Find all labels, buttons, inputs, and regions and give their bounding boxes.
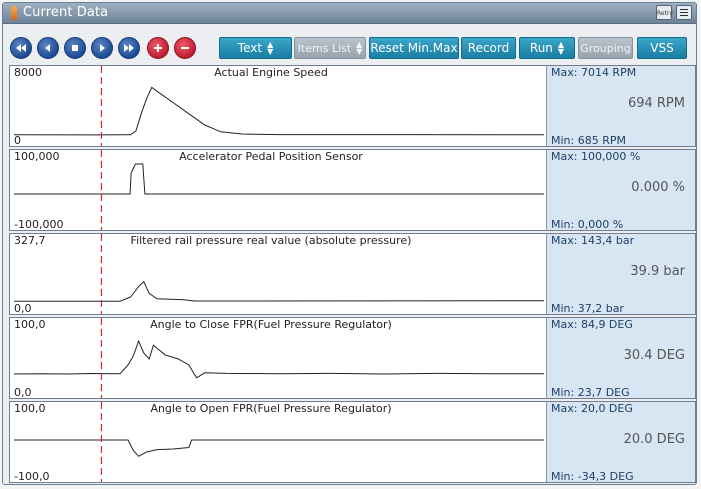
graph-plot-area[interactable]: 327,7 0,0 Filtered rail pressure real va… [10,234,547,315]
graph-plot-area[interactable]: 8000 0 Actual Engine Speed [10,66,547,147]
value-side-panel: Max: 100,000 % 0.000 % Min: 0,000 % [547,150,695,231]
graph-panel[interactable]: 100,000 -100,000 Accelerator Pedal Posit… [9,149,696,231]
stop-button[interactable] [64,37,86,59]
plus-icon [154,44,162,52]
current-data-window: Current Data Retry Text ▲ ▼ Items List ▲… [2,2,697,485]
graph-panel[interactable]: 100,0 0,0 Angle to Close FPR(Fuel Pressu… [9,317,696,399]
max-value: Max: 20,0 DEG [551,402,633,415]
value-side-panel: Max: 7014 RPM 694 RPM Min: 685 RPM [547,66,695,147]
toolbar: Text ▲ ▼ Items List ▲ ▼ Reset Min.Max Reco… [3,25,696,61]
first-record-button[interactable] [10,37,32,59]
current-value: 694 RPM [627,96,685,111]
retry-icon[interactable]: Retry [656,5,673,20]
y-min-label: -100,0 [14,470,50,483]
min-value: Min: 23,7 DEG [551,386,630,399]
run-label: Run [529,41,553,55]
grouping-button[interactable]: Grouping [578,37,633,59]
max-value: Max: 143,4 bar [551,234,635,247]
max-value: Max: 84,9 DEG [551,318,633,331]
reset-min-max-button[interactable]: Reset Min.Max [369,37,459,59]
graph-title: Accelerator Pedal Position Sensor [179,150,363,163]
title-bar: Current Data Retry [3,3,696,24]
min-value: Min: 685 RPM [551,134,626,147]
left-icon [45,44,50,52]
signal-line [14,280,545,302]
graph-plot-area[interactable]: 100,0 -100,0 Angle to Open FPR(Fuel Pres… [10,402,547,483]
updown-icon: ▲ ▼ [356,40,363,56]
vss-button[interactable]: VSS [637,37,687,59]
signal-line [14,439,544,457]
last-record-button[interactable] [118,37,140,59]
signal-line [13,86,545,136]
graph-plot-area[interactable]: 100,0 0,0 Angle to Close FPR(Fuel Pressu… [10,318,547,399]
graph-panel[interactable]: 327,7 0,0 Filtered rail pressure real va… [9,233,696,315]
min-value: Min: 37,2 bar [551,302,624,315]
graph-plot-area[interactable]: 100,000 -100,000 Accelerator Pedal Posit… [10,150,547,231]
max-value: Max: 100,000 % [551,150,641,163]
current-value: 30.4 DEG [623,348,685,363]
current-value: 20.0 DEG [623,432,685,447]
stop-icon [72,45,78,51]
right-icon [100,44,105,52]
updown-icon: ▲ ▼ [557,40,565,56]
double-left-icon [16,44,26,52]
items-list-button[interactable]: Items List ▲ ▼ [294,37,366,59]
signal-line [14,163,544,195]
app-icon [11,6,17,20]
graph-title: Actual Engine Speed [214,66,328,79]
min-value: Min: -34,3 DEG [551,470,634,483]
graph-title: Filtered rail pressure real value (absol… [130,234,412,247]
value-side-panel: Max: 84,9 DEG 30.4 DEG Min: 23,7 DEG [547,318,695,399]
text-mode-button[interactable]: Text ▲ ▼ [219,37,292,59]
min-value: Min: 0,000 % [551,218,624,231]
updown-icon: ▲ ▼ [267,40,274,56]
zoom-out-button[interactable] [174,37,196,59]
y-min-label: -100,000 [14,218,64,231]
current-value: 39.9 bar [630,264,685,279]
window-title: Current Data [23,5,109,20]
double-right-icon [124,44,134,52]
zoom-in-button[interactable] [147,37,169,59]
previous-record-button[interactable] [37,37,59,59]
max-value: Max: 7014 RPM [551,66,637,79]
next-record-button[interactable] [91,37,113,59]
graph-title: Angle to Close FPR(Fuel Pressure Regulat… [150,318,392,331]
graph-panel[interactable]: 100,0 -100,0 Angle to Open FPR(Fuel Pres… [9,401,696,483]
value-side-panel: Max: 143,4 bar 39.9 bar Min: 37,2 bar [547,234,695,315]
value-side-panel: Max: 20,0 DEG 20.0 DEG Min: -34,3 DEG [547,402,695,483]
run-button[interactable]: Run ▲ ▼ [519,37,575,59]
record-button[interactable]: Record [461,37,516,59]
signal-line [13,339,545,379]
text-mode-label: Text [237,41,263,55]
menu-lines-icon[interactable] [676,5,692,20]
graph-panel[interactable]: 8000 0 Actual Engine Speed Max: 7014 RPM… [9,65,696,147]
minus-icon [181,47,189,49]
y-min-label: 0 [14,134,21,147]
current-value: 0.000 % [631,180,685,195]
graph-title: Angle to Open FPR(Fuel Pressure Regulato… [150,402,392,415]
y-min-label: 0,0 [14,386,32,399]
y-min-label: 0,0 [14,302,32,315]
items-list-label: Items List [297,41,352,55]
